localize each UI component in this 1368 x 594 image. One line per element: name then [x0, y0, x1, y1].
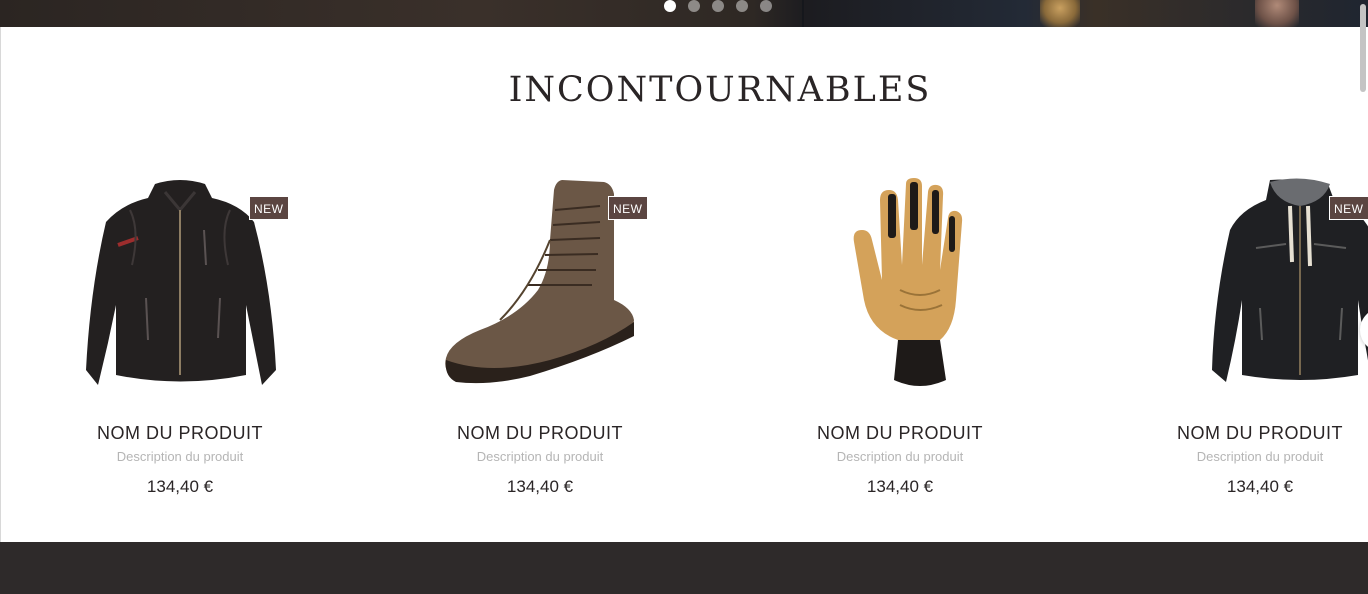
- carousel-dot-5[interactable]: [760, 0, 772, 12]
- product-name[interactable]: NOM DU PRODUIT: [360, 423, 720, 444]
- product-price: 134,40 €: [506, 477, 574, 496]
- carousel-dot-2[interactable]: [688, 0, 700, 12]
- hero-image-detail: [1255, 0, 1299, 27]
- product-card[interactable]: NEW NOM DU PRODUIT Description du produi…: [1080, 170, 1368, 510]
- new-badge: NEW: [1329, 196, 1368, 220]
- hero-image-divider: [802, 0, 804, 27]
- motorcycle-glove-icon[interactable]: [760, 170, 1040, 400]
- product-description: Description du produit: [116, 449, 244, 464]
- product-name[interactable]: NOM DU PRODUIT: [720, 423, 1080, 444]
- product-price: 134,40 €: [1226, 477, 1294, 496]
- section-title: INCONTOURNABLES: [508, 70, 932, 110]
- carousel-dot-1[interactable]: [664, 0, 676, 12]
- carousel-dots: [664, 0, 772, 12]
- scrollbar[interactable]: [1360, 4, 1366, 92]
- product-name[interactable]: NOM DU PRODUIT: [1080, 423, 1368, 444]
- hero-image-detail: [1040, 0, 1080, 27]
- product-price: 134,40 €: [866, 477, 934, 496]
- carousel-dot-4[interactable]: [736, 0, 748, 12]
- product-card[interactable]: NOM DU PRODUIT Description du produit 13…: [720, 170, 1080, 510]
- product-price: 134,40 €: [146, 477, 214, 496]
- product-description: Description du produit: [476, 449, 604, 464]
- footer: [0, 542, 1368, 594]
- product-description: Description du produit: [1196, 449, 1324, 464]
- product-description: Description du produit: [836, 449, 964, 464]
- new-badge: NEW: [608, 196, 648, 220]
- hero-carousel[interactable]: [0, 0, 1368, 27]
- product-name[interactable]: NOM DU PRODUIT: [0, 423, 360, 444]
- product-card[interactable]: NEW NOM DU PRODUIT Description du produi…: [360, 170, 720, 510]
- product-card[interactable]: NEW NOM DU PRODUIT Description du produi…: [0, 170, 360, 510]
- carousel-dot-3[interactable]: [712, 0, 724, 12]
- new-badge: NEW: [249, 196, 289, 220]
